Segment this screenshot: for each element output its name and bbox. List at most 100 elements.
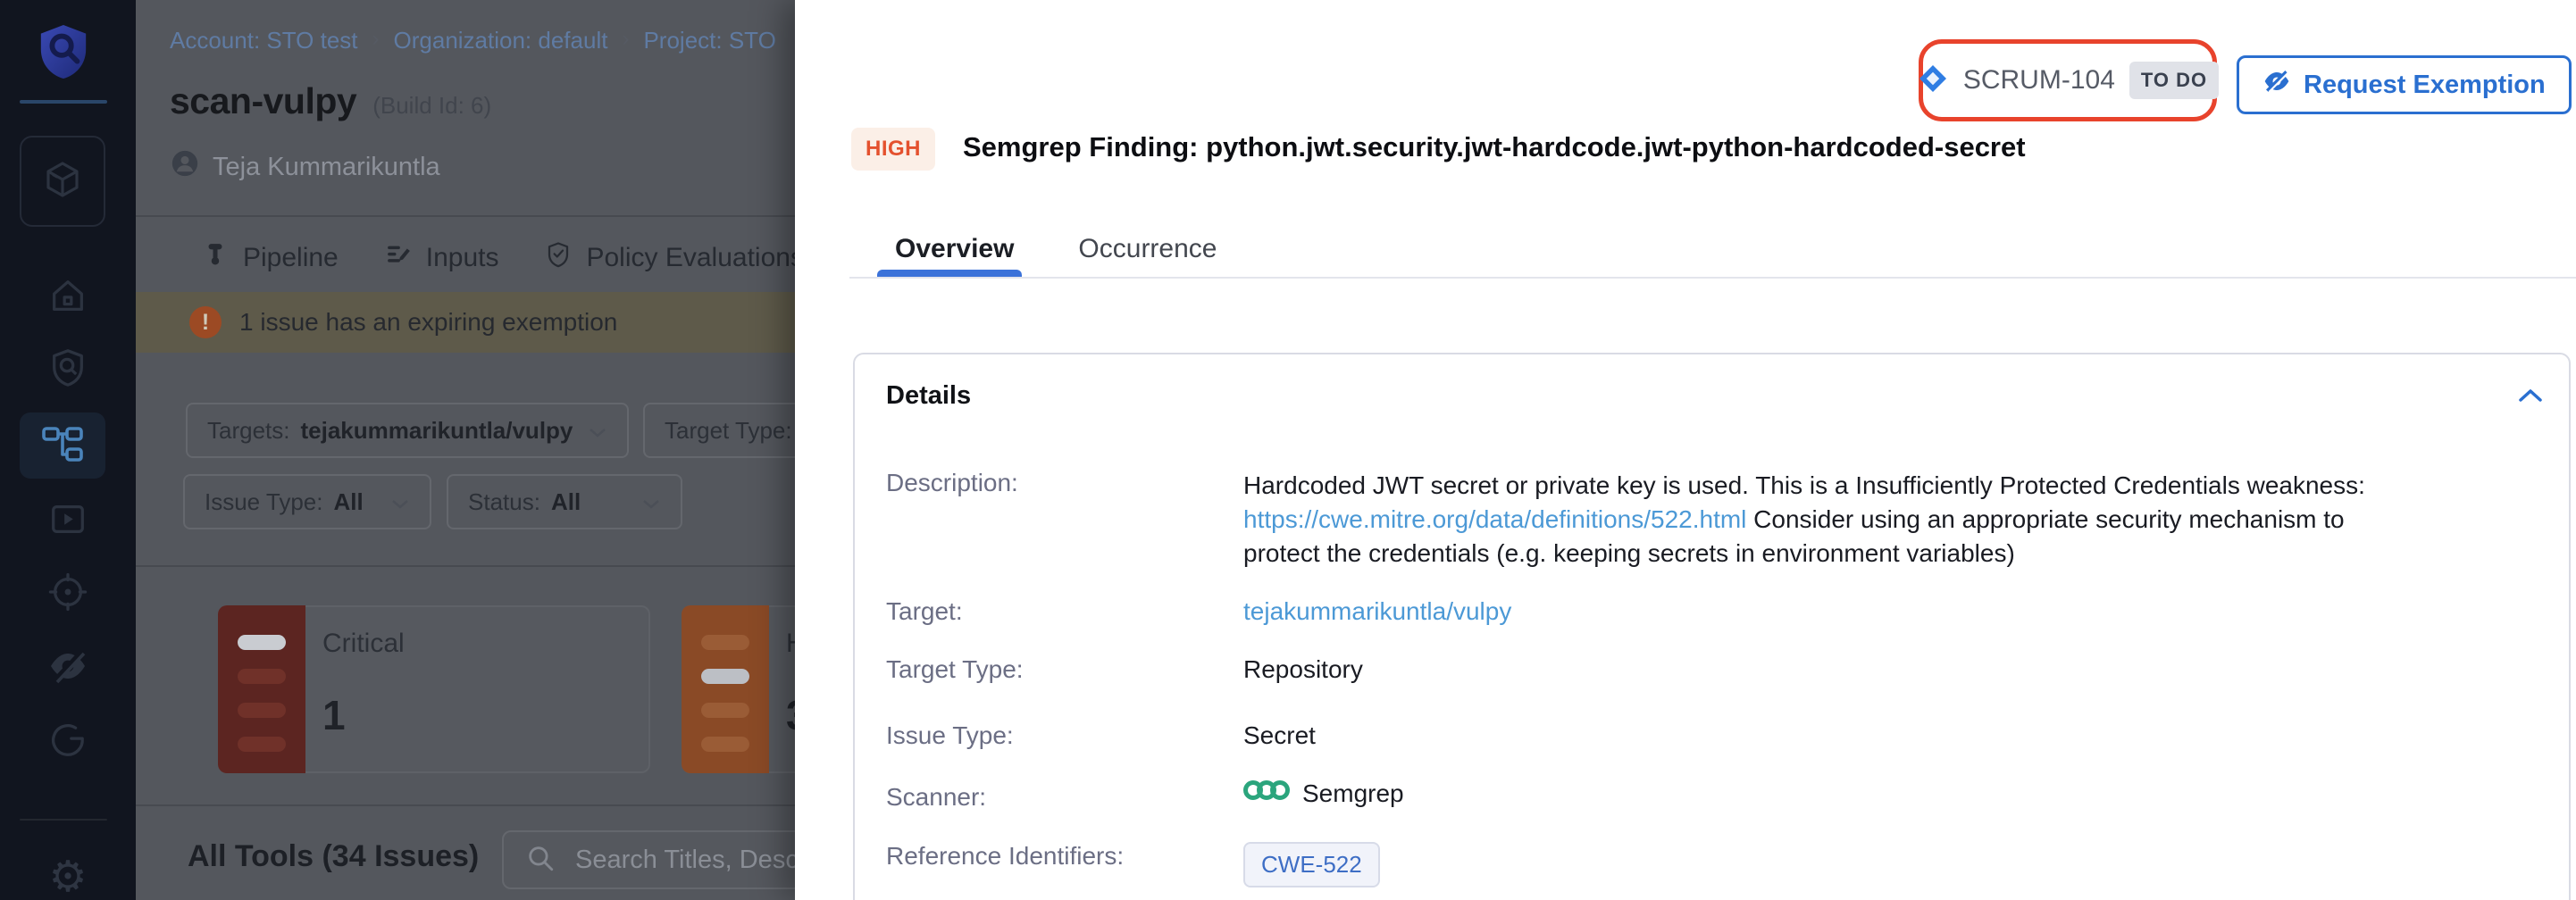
search-input[interactable] <box>573 845 795 876</box>
tab-pipeline-label: Pipeline <box>243 243 339 273</box>
finding-title: Semgrep Finding: python.jwt.security.jwt… <box>963 131 2026 163</box>
jira-ticket-annotation[interactable]: SCRUM-104 TO DO <box>1919 39 2217 121</box>
cwe-definition-link[interactable]: https://cwe.mitre.org/data/definitions/5… <box>1243 505 1746 533</box>
severity-gauge-icon <box>682 605 769 773</box>
pipeline-nav-tabs: Pipeline Inputs <box>202 229 795 288</box>
jira-ticket-key-link[interactable]: SCRUM-104 <box>1963 65 2115 96</box>
sidebar-item-targets[interactable] <box>0 571 136 617</box>
breadcrumb-org-link[interactable]: Organization: default <box>394 27 608 54</box>
target-value-link[interactable]: tejakummarikuntla/vulpy <box>1243 597 1511 626</box>
drawer-tabs: Overview Occurrence <box>895 234 1217 264</box>
filter-label: Targets: <box>207 417 290 445</box>
filter-label: Target Type: <box>665 417 792 445</box>
pipeline-author-row: Teja Kummarikuntla <box>170 148 440 186</box>
chevron-down-icon <box>641 488 661 516</box>
finding-details-drawer: SCRUM-104 TO DO Request Exemption HIGH S… <box>795 0 2576 900</box>
getting-started-gauge-icon <box>47 720 88 765</box>
warning-icon: ! <box>189 306 222 338</box>
tab-inputs-label: Inputs <box>426 243 499 273</box>
pipelines-icon <box>41 422 84 470</box>
app-window: ⚙ Account: STO test › Organization: defa… <box>0 0 2576 900</box>
severity-card-high[interactable]: High 3 <box>682 605 795 773</box>
pipeline-icon <box>202 241 229 275</box>
sidebar-item-test-targets[interactable] <box>0 346 136 392</box>
breadcrumb-separator: › <box>622 27 629 54</box>
issue-type-value: Secret <box>1243 721 1316 750</box>
sidebar-item-pipelines-selected[interactable] <box>20 412 105 479</box>
chevron-down-icon <box>390 488 410 516</box>
targets-filter-dropdown[interactable]: Targets: tejakummarikuntla/vulpy <box>186 403 629 458</box>
sidebar-item-settings[interactable]: ⚙ <box>0 855 136 898</box>
sidebar-item-project[interactable] <box>20 136 105 227</box>
request-exemption-button[interactable]: Request Exemption <box>2237 55 2572 114</box>
severity-label: High <box>786 629 795 659</box>
tab-policy-evaluations[interactable]: Policy Evaluations <box>545 241 795 275</box>
tab-policy-evaluations-label: Policy Evaluations <box>586 243 795 273</box>
exemption-warning-banner: ! 1 issue has an expiring exemption <box>136 292 795 353</box>
sto-shield-search-logo[interactable] <box>36 23 91 85</box>
eye-off-icon <box>2262 67 2291 103</box>
main-content: Account: STO test › Organization: defaul… <box>136 0 795 900</box>
filter-label: Status: <box>468 488 540 516</box>
tabs-divider <box>849 277 2576 279</box>
exemptions-eye-off-icon <box>46 645 89 692</box>
shield-search-icon <box>47 346 88 392</box>
target-type-label: Target Type: <box>886 655 1024 684</box>
breadcrumb-project-link[interactable]: Project: STO <box>643 27 775 54</box>
semgrep-icon <box>1243 777 1290 810</box>
header-divider <box>136 215 795 217</box>
sidebar-divider <box>20 100 107 104</box>
inputs-icon <box>385 241 412 275</box>
tab-occurrence[interactable]: Occurrence <box>1078 234 1217 264</box>
breadcrumb: Account: STO test › Organization: defaul… <box>170 27 776 54</box>
targets-crosshair-icon <box>47 571 88 617</box>
all-tools-heading: All Tools (34 Issues) <box>188 839 479 874</box>
severity-card-critical[interactable]: Critical 1 <box>218 605 650 773</box>
project-cube-icon <box>41 158 84 205</box>
scanner-label: Scanner: <box>886 783 986 812</box>
tab-inputs[interactable]: Inputs <box>385 241 499 275</box>
severity-label: Critical <box>322 629 405 659</box>
build-id-label: (Build Id: 6) <box>372 92 491 120</box>
page-title: scan-vulpy <box>170 80 356 122</box>
severity-summary-section: Critical 1 High 3 <box>136 565 795 806</box>
description-label: Description: <box>886 469 1018 497</box>
cwe-badge[interactable]: CWE-522 <box>1243 842 1380 888</box>
severity-count: 1 <box>322 691 346 739</box>
tab-overview[interactable]: Overview <box>895 234 1014 264</box>
tab-pipeline[interactable]: Pipeline <box>202 241 339 275</box>
page-title-row: scan-vulpy (Build Id: 6) <box>170 80 491 122</box>
jira-status-badge: TO DO <box>2129 62 2219 99</box>
filter-label: Issue Type: <box>205 488 323 516</box>
warning-text: 1 issue has an expiring exemption <box>239 308 617 337</box>
details-card: Details Description: Hardcoded JWT secre… <box>853 353 2571 900</box>
issue-type-label: Issue Type: <box>886 721 1014 750</box>
search-icon <box>525 843 556 878</box>
filter-value: All <box>551 488 581 516</box>
breadcrumb-separator: › <box>372 27 380 54</box>
description-value: Hardcoded JWT secret or private key is u… <box>1243 469 2418 571</box>
avatar-icon <box>170 148 200 186</box>
sidebar-divider <box>20 819 107 821</box>
sidebar-item-executions[interactable] <box>0 498 136 544</box>
issues-search-box[interactable] <box>502 830 795 889</box>
breadcrumb-account-link[interactable]: Account: STO test <box>170 27 358 54</box>
reference-identifiers-value: CWE-522 <box>1243 842 1380 888</box>
severity-count: 3 <box>786 691 795 739</box>
severity-gauge-icon <box>218 605 305 773</box>
sidebar-item-getting-started[interactable] <box>0 720 136 765</box>
chevron-down-icon <box>588 417 607 445</box>
request-exemption-label: Request Exemption <box>2304 71 2546 100</box>
issue-type-filter-dropdown[interactable]: Issue Type: All <box>183 474 431 529</box>
collapse-chevron-up-icon[interactable] <box>2517 387 2544 409</box>
target-type-filter-dropdown[interactable]: Target Type: <box>643 403 795 458</box>
jira-icon <box>1917 62 1949 99</box>
policy-shield-check-icon <box>545 241 572 275</box>
sidebar-item-home[interactable] <box>0 275 136 321</box>
filter-value: All <box>334 488 364 516</box>
status-filter-dropdown[interactable]: Status: All <box>447 474 682 529</box>
description-text: Hardcoded JWT secret or private key is u… <box>1243 471 2365 499</box>
executions-play-icon <box>47 498 88 544</box>
sidebar-item-exemptions[interactable] <box>0 645 136 692</box>
scanner-name: Semgrep <box>1302 779 1404 808</box>
